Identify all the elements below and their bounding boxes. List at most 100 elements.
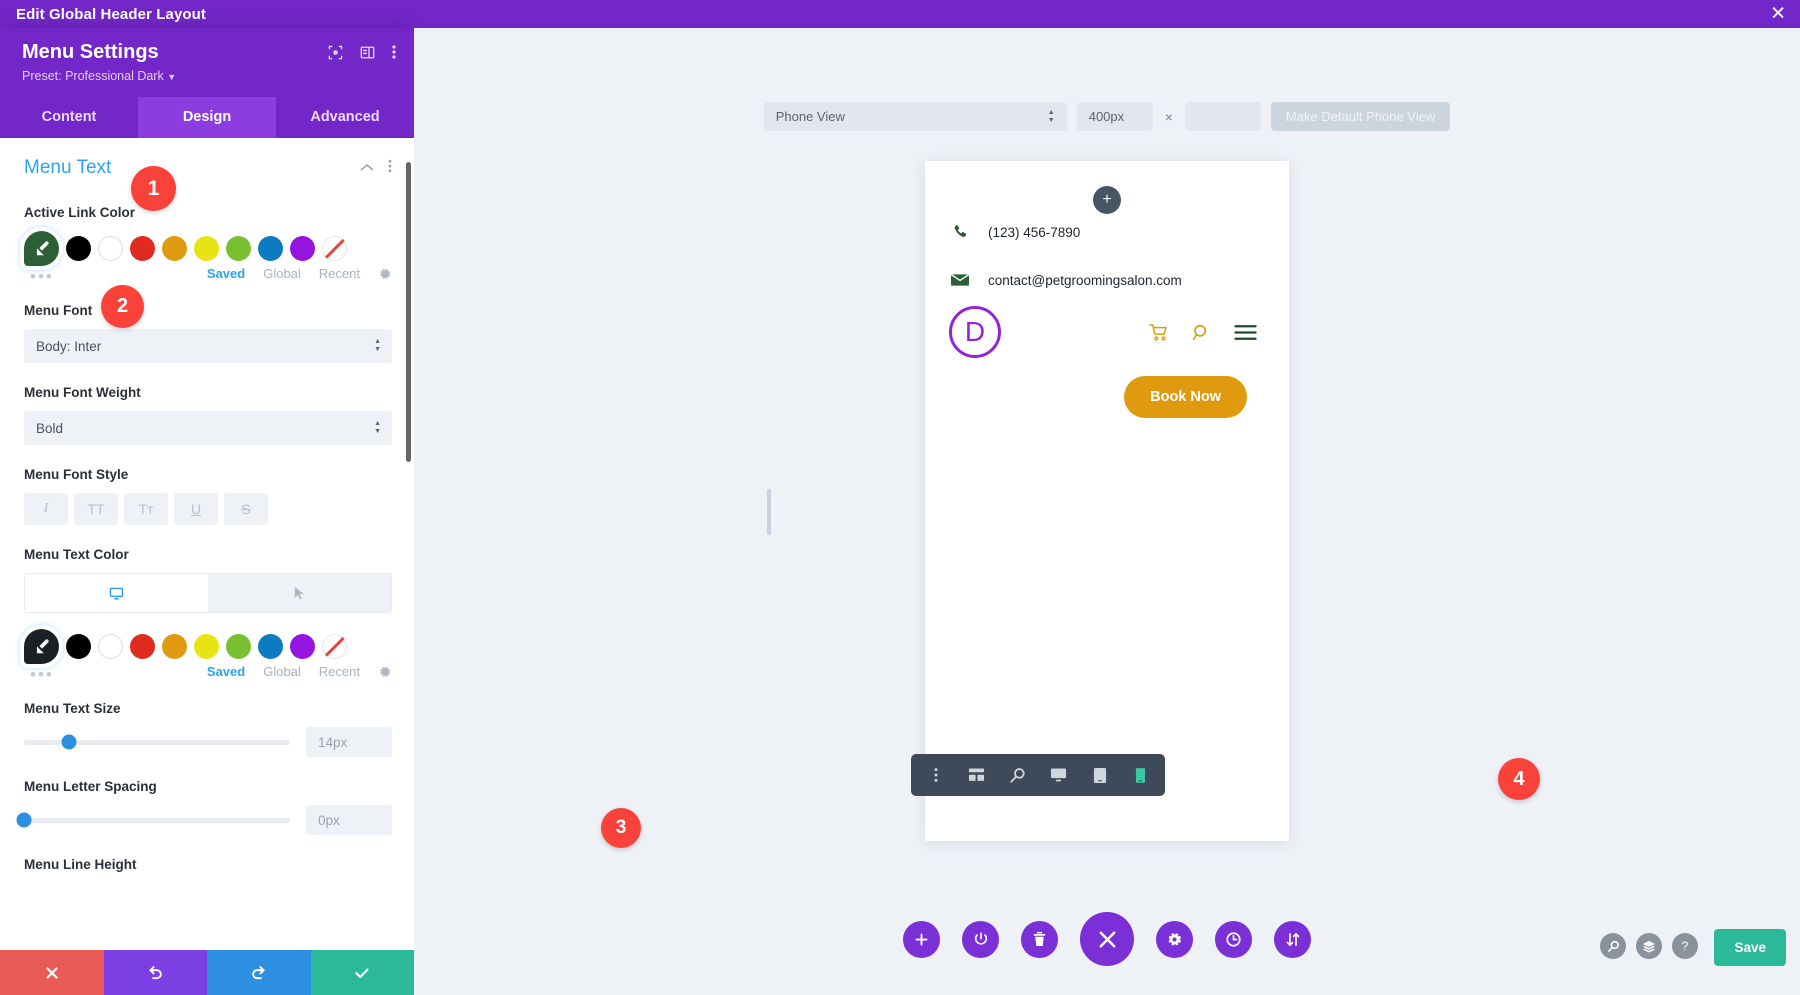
swatch-white[interactable] [98, 634, 123, 659]
swatch-blue[interactable] [258, 634, 283, 659]
menu-text-color-label: Menu Text Color [24, 547, 129, 562]
chevron-up-icon[interactable] [360, 159, 374, 177]
color-tab-recent[interactable]: Recent [319, 664, 360, 679]
color-tab-saved[interactable]: Saved [207, 266, 245, 281]
envelope-icon [949, 272, 971, 288]
phone-view-icon[interactable] [1122, 754, 1159, 796]
preview-email: contact@petgroomingsalon.com [988, 272, 1182, 288]
step-badge-3: 3 [601, 808, 641, 848]
swatch-red[interactable] [130, 236, 155, 261]
tab-design[interactable]: Design [138, 97, 276, 138]
desktop-view-icon[interactable] [1040, 754, 1077, 796]
color-tab-saved[interactable]: Saved [207, 664, 245, 679]
slider-knob[interactable] [61, 734, 77, 750]
swatch-red[interactable] [130, 634, 155, 659]
underline-button[interactable]: U [174, 493, 218, 525]
step-badge-4: 4 [1498, 758, 1540, 800]
power-icon[interactable] [962, 920, 999, 958]
confirm-button[interactable] [310, 950, 414, 995]
cart-icon[interactable] [1149, 323, 1169, 342]
menu-text-size-slider[interactable] [24, 734, 290, 750]
swatch-black[interactable] [66, 236, 91, 261]
undo-button[interactable] [103, 950, 207, 995]
swatch-green[interactable] [226, 236, 251, 261]
swatch-orange[interactable] [162, 236, 187, 261]
more-vertical-icon[interactable] [388, 159, 392, 178]
panel-layout-icon[interactable] [360, 45, 375, 60]
swatch-blue[interactable] [258, 236, 283, 261]
italic-button[interactable]: I [24, 493, 68, 525]
swatch-purple[interactable] [290, 634, 315, 659]
swatch-transparent[interactable] [322, 634, 347, 659]
swatch-green[interactable] [226, 634, 251, 659]
clock-icon[interactable] [1215, 920, 1252, 958]
swatch-white[interactable] [98, 236, 123, 261]
make-default-phone-view-button[interactable]: Make Default Phone View [1270, 102, 1451, 131]
add-module-button[interactable]: + [1093, 186, 1121, 214]
panel-scrollbar[interactable] [406, 162, 411, 462]
add-section-button[interactable] [903, 920, 940, 958]
uppercase-button[interactable]: TT [74, 493, 118, 525]
cursor-icon[interactable] [208, 574, 391, 612]
menu-text-size-value[interactable]: 14px [306, 727, 392, 757]
strikethrough-button[interactable]: S [224, 493, 268, 525]
wireframe-view-icon[interactable] [958, 754, 995, 796]
menu-text-color-swatches [24, 629, 392, 664]
swatch-transparent[interactable] [322, 236, 347, 261]
builder-action-buttons [903, 912, 1311, 966]
color-tab-recent[interactable]: Recent [319, 266, 360, 281]
redo-button[interactable] [207, 950, 311, 995]
tablet-view-icon[interactable] [1081, 754, 1118, 796]
help-tool-icon[interactable]: ? [1672, 933, 1698, 959]
section-header-menu-text[interactable]: Menu Text [24, 138, 392, 183]
slider-knob[interactable] [16, 812, 32, 828]
viewport-mode-select[interactable]: Phone View ▲ ▼ [763, 102, 1067, 131]
menu-font-style-label: Menu Font Style [24, 467, 129, 482]
trash-icon[interactable] [1021, 920, 1058, 958]
color-tab-global[interactable]: Global [263, 664, 301, 679]
more-vertical-icon[interactable] [392, 44, 396, 60]
save-button[interactable]: Save [1714, 929, 1786, 966]
window-title-bar: Edit Global Header Layout ✕ [0, 0, 1800, 28]
tab-content[interactable]: Content [0, 97, 138, 138]
menu-letter-spacing-slider[interactable] [16, 812, 290, 828]
preset-label: Preset: Professional Dark [22, 69, 164, 83]
search-tool-icon[interactable] [1600, 933, 1626, 959]
viewport-height-input[interactable] [1184, 102, 1261, 131]
search-icon[interactable] [1192, 323, 1211, 342]
zoom-out-view-icon[interactable] [999, 754, 1036, 796]
book-now-button[interactable]: Book Now [1124, 376, 1247, 418]
desktop-icon[interactable] [25, 574, 208, 612]
color-picker-button-menu-text[interactable] [24, 629, 59, 664]
hamburger-menu-icon[interactable] [1234, 324, 1257, 341]
preview-nav-row: D [949, 288, 1265, 358]
layers-tool-icon[interactable] [1636, 933, 1662, 959]
more-options-icon[interactable] [917, 754, 954, 796]
menu-font-weight-value: Bold [36, 420, 64, 436]
updown-arrows-icon[interactable] [1274, 920, 1311, 958]
close-menu-button[interactable] [1080, 912, 1134, 966]
menu-letter-spacing-value[interactable]: 0px [306, 805, 392, 835]
preset-selector[interactable]: Preset: Professional Dark ▼ [22, 69, 396, 83]
swatch-black[interactable] [66, 634, 91, 659]
gear-icon[interactable] [378, 267, 392, 281]
swatch-yellow[interactable] [194, 236, 219, 261]
viewport-resize-handle-left[interactable] [767, 488, 771, 535]
cancel-button[interactable] [0, 950, 104, 995]
swatch-yellow[interactable] [194, 634, 219, 659]
color-tab-global[interactable]: Global [263, 266, 301, 281]
focus-target-icon[interactable] [328, 45, 343, 60]
logo-icon[interactable]: D [949, 306, 1001, 358]
gear-icon[interactable] [378, 665, 392, 679]
menu-font-select[interactable]: Body: Inter ▲ ▼ [24, 329, 392, 363]
viewport-width-input[interactable]: 400px [1076, 102, 1153, 131]
smallcaps-button[interactable]: Tт [124, 493, 168, 525]
menu-font-weight-label: Menu Font Weight [24, 385, 141, 400]
tab-advanced[interactable]: Advanced [276, 97, 414, 138]
gear-icon[interactable] [1156, 920, 1193, 958]
menu-font-weight-select[interactable]: Bold ▲ ▼ [24, 411, 392, 445]
color-picker-button-active-link[interactable] [24, 231, 59, 266]
close-icon[interactable]: ✕ [1770, 5, 1786, 24]
swatch-purple[interactable] [290, 236, 315, 261]
swatch-orange[interactable] [162, 634, 187, 659]
